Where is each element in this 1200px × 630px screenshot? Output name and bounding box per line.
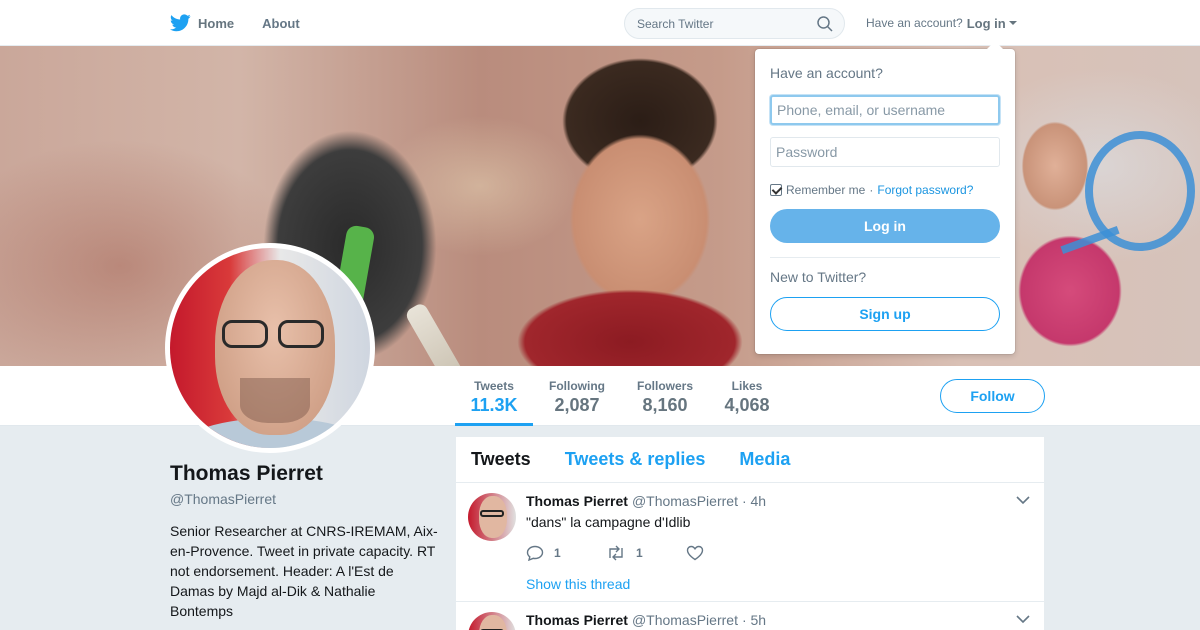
profile-avatar[interactable] xyxy=(165,243,375,453)
tweet-author-handle[interactable]: @ThomasPierret xyxy=(632,612,738,628)
profile-card: Thomas Pierret @ThomasPierret Senior Res… xyxy=(170,462,440,621)
nav-home-link[interactable]: Home xyxy=(170,14,234,32)
nav-home-label: Home xyxy=(198,15,235,31)
search-placeholder: Search Twitter xyxy=(637,16,714,31)
like-action[interactable] xyxy=(686,545,766,561)
stat-likes[interactable]: Likes 4,068 xyxy=(716,366,778,426)
chevron-down-icon[interactable] xyxy=(1016,495,1030,505)
login-button[interactable]: Log in xyxy=(770,209,1000,243)
stat-followers[interactable]: Followers 8,160 xyxy=(628,366,702,426)
show-thread-link[interactable]: Show this thread xyxy=(526,576,630,592)
tab-tweets[interactable]: Tweets xyxy=(471,449,531,470)
divider xyxy=(770,257,1000,258)
tweet-timestamp[interactable]: · 5h xyxy=(742,612,766,628)
caret-down-icon xyxy=(1008,21,1017,25)
profile-name[interactable]: Thomas Pierret xyxy=(170,462,440,486)
nav-about-label: About xyxy=(262,15,300,31)
twitter-bird-icon xyxy=(170,14,191,32)
stat-label: Followers xyxy=(636,379,693,393)
reply-action[interactable]: 1 xyxy=(526,545,606,561)
stat-value: 8,160 xyxy=(642,395,688,415)
top-nav-bar: Home About Search Twitter Have an accoun… xyxy=(0,0,1200,46)
remember-me-label[interactable]: Remember me xyxy=(786,183,865,197)
tweet-item[interactable]: Thomas Pierret @ThomasPierret · 4h "dans… xyxy=(456,483,1044,602)
stat-tweets[interactable]: Tweets 11.3K xyxy=(455,366,533,426)
stat-label: Tweets xyxy=(474,379,514,393)
timeline: Tweets Tweets & replies Media Thomas Pie… xyxy=(456,437,1044,630)
new-to-twitter-text: New to Twitter? xyxy=(770,269,867,285)
password-field[interactable] xyxy=(770,137,1000,167)
stat-value: 2,087 xyxy=(554,395,600,415)
login-dropdown-toggle[interactable]: Log in xyxy=(967,16,1017,31)
tweet-actions: 1 1 xyxy=(526,545,766,561)
stat-following[interactable]: Following 2,087 xyxy=(540,366,614,426)
tweet-item[interactable]: Thomas Pierret @ThomasPierret · 5h xyxy=(456,602,1044,630)
signup-button[interactable]: Sign up xyxy=(770,297,1000,331)
chevron-down-icon[interactable] xyxy=(1016,614,1030,624)
stat-value: 11.3K xyxy=(470,395,518,415)
follow-button[interactable]: Follow xyxy=(940,379,1045,413)
reply-count: 1 xyxy=(554,546,561,560)
tab-media[interactable]: Media xyxy=(739,449,790,470)
profile-handle[interactable]: @ThomasPierret xyxy=(170,491,440,507)
reply-icon xyxy=(526,545,544,561)
nav-links: Home About xyxy=(170,0,300,46)
forgot-password-link[interactable]: Forgot password? xyxy=(877,183,973,197)
tweet-timestamp[interactable]: · 4h xyxy=(742,493,766,509)
remember-me-checkbox[interactable] xyxy=(770,184,782,196)
stat-label: Likes xyxy=(731,379,763,393)
login-dropdown: Have an account? Remember me · Forgot pa… xyxy=(755,41,1015,354)
tweet-avatar[interactable] xyxy=(468,493,516,541)
retweet-action[interactable]: 1 xyxy=(606,545,686,561)
login-link-label: Log in xyxy=(966,15,1006,31)
heart-icon xyxy=(686,545,704,561)
timeline-tabs: Tweets Tweets & replies Media xyxy=(456,437,1044,483)
tweet-text: "dans" la campagne d'Idlib xyxy=(526,514,691,530)
username-field[interactable] xyxy=(770,95,1000,125)
account-area: Have an account? Log in xyxy=(866,0,1017,46)
have-account-text: Have an account? xyxy=(866,16,963,30)
stat-label: Following xyxy=(549,379,605,393)
search-input[interactable]: Search Twitter xyxy=(624,8,845,39)
tweet-author-name[interactable]: Thomas Pierret xyxy=(526,612,628,628)
tweet-avatar[interactable] xyxy=(468,612,516,630)
tab-tweets-and-replies[interactable]: Tweets & replies xyxy=(565,449,706,470)
tweet-header: Thomas Pierret @ThomasPierret · 4h xyxy=(526,493,766,509)
retweet-count: 1 xyxy=(636,546,643,560)
nav-about-link[interactable]: About xyxy=(262,16,300,31)
tweet-header: Thomas Pierret @ThomasPierret · 5h xyxy=(526,612,766,628)
separator-dot: · xyxy=(869,183,874,197)
remember-row: Remember me · Forgot password? xyxy=(770,183,1000,197)
login-dropdown-heading: Have an account? xyxy=(770,65,883,81)
tweet-author-handle[interactable]: @ThomasPierret xyxy=(632,493,738,509)
search-icon[interactable] xyxy=(817,16,833,32)
tweet-author-name[interactable]: Thomas Pierret xyxy=(526,493,628,509)
profile-bio: Senior Researcher at CNRS-IREMAM, Aix-en… xyxy=(170,523,438,619)
stat-value: 4,068 xyxy=(724,395,770,415)
retweet-icon xyxy=(609,545,623,561)
